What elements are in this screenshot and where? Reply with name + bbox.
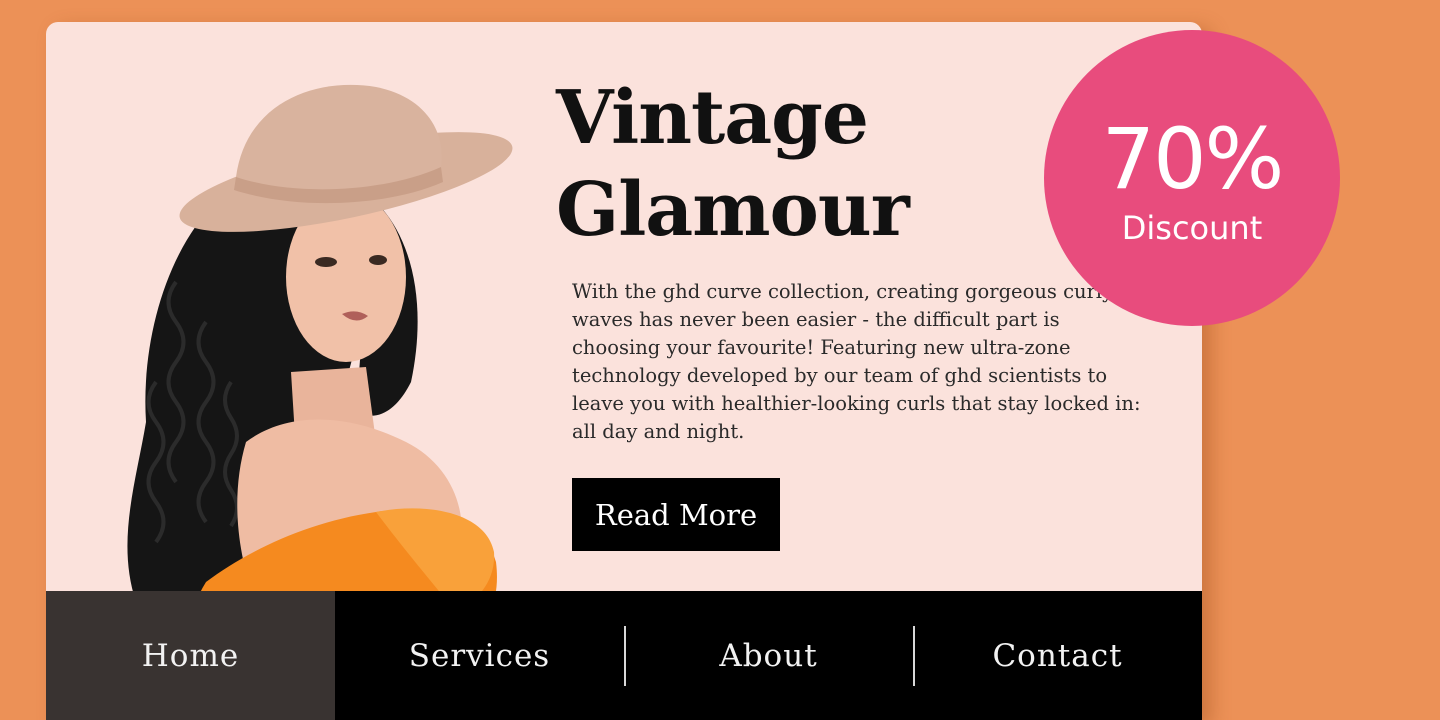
hero-title: Vintage Glamour <box>556 72 976 256</box>
discount-label: Discount <box>1121 209 1263 247</box>
nav-item-label: Services <box>408 637 551 674</box>
discount-percent: 70% <box>1101 110 1285 208</box>
nav-divider <box>624 626 626 686</box>
hero-card: Vintage Glamour With the ghd curve colle… <box>46 22 1202 720</box>
nav-item-label: Home <box>141 637 240 674</box>
hero-description: With the ghd curve collection, creating … <box>572 280 1141 443</box>
nav-item-label: Contact <box>992 637 1123 674</box>
nav-item-label: About <box>719 637 818 674</box>
main-nav: Home Services About Contact <box>46 591 1202 720</box>
nav-item-contact[interactable]: Contact <box>913 591 1202 720</box>
hero-title-line2: Glamour <box>556 167 910 253</box>
read-more-button[interactable]: Read More <box>572 478 780 551</box>
discount-badge: 70% Discount <box>1044 30 1340 326</box>
hero-title-line1: Vintage <box>556 75 869 161</box>
nav-item-services[interactable]: Services <box>335 591 624 720</box>
nav-item-about[interactable]: About <box>624 591 913 720</box>
nav-item-home[interactable]: Home <box>46 591 335 720</box>
nav-divider <box>913 626 915 686</box>
